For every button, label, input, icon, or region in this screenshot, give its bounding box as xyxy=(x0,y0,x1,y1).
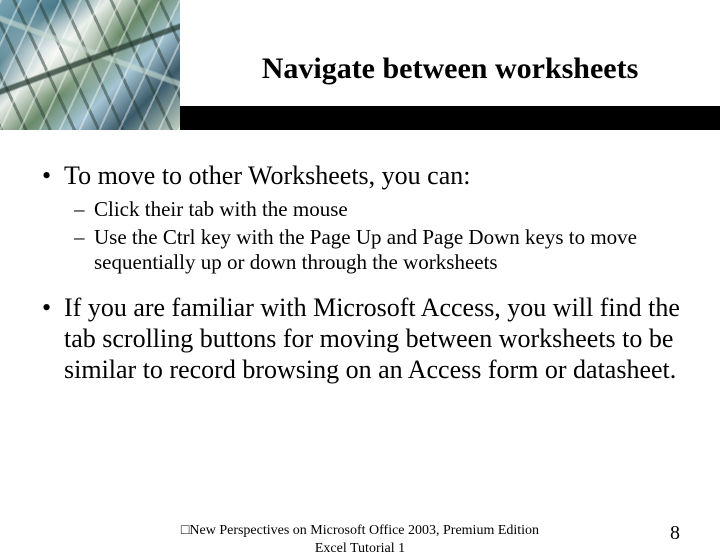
slide-body: To move to other Worksheets, you can: Cl… xyxy=(0,130,720,386)
sub-bullet-item: Click their tab with the mouse xyxy=(64,197,686,223)
footer-line-2: Excel Tutorial 1 xyxy=(315,541,405,556)
bullet-item: If you are familiar with Microsoft Acces… xyxy=(34,292,686,386)
bullet-list: To move to other Worksheets, you can: Cl… xyxy=(34,160,686,386)
slide-header: Navigate between worksheets xyxy=(0,0,720,130)
header-underline-bar xyxy=(180,106,720,130)
sub-bullet-item: Use the Ctrl key with the Page Up and Pa… xyxy=(64,225,686,276)
bullet-item: To move to other Worksheets, you can: Cl… xyxy=(34,160,686,276)
sub-bullet-text: Click their tab with the mouse xyxy=(94,197,348,221)
bullet-text: If you are familiar with Microsoft Acces… xyxy=(64,293,680,384)
sub-bullet-list: Click their tab with the mouse Use the C… xyxy=(64,197,686,276)
decorative-header-image xyxy=(0,0,180,130)
footer-line-1: □New Perspectives on Microsoft Office 20… xyxy=(181,523,539,538)
slide-number: 8 xyxy=(670,522,680,545)
sub-bullet-text: Use the Ctrl key with the Page Up and Pa… xyxy=(94,225,637,275)
bullet-text: To move to other Worksheets, you can: xyxy=(64,161,470,190)
slide-title: Navigate between worksheets xyxy=(180,52,720,86)
